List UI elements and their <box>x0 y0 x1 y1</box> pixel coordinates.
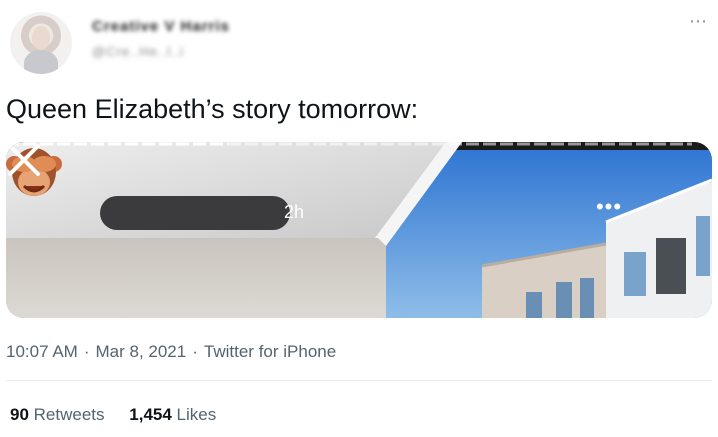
meta-separator: · <box>83 342 90 361</box>
story-more-button[interactable]: ••• <box>592 196 626 222</box>
avatar-shoulders <box>24 50 58 74</box>
tweet-media[interactable]: 2h ••• <box>6 142 712 318</box>
divider <box>6 380 712 381</box>
tweet-card: Creative V Harris @Cre..He..l..i ⋯ Queen… <box>0 0 718 437</box>
story-progress-bar <box>6 142 692 146</box>
likes-stat[interactable]: 1,454 Likes <box>129 405 216 424</box>
more-options-button[interactable]: ⋯ <box>686 12 710 34</box>
story-scene <box>6 142 712 318</box>
story-username-redacted[interactable] <box>100 196 290 230</box>
likes-count: 1,454 <box>129 405 172 424</box>
tweet-meta: 10:07 AM · Mar 8, 2021 · Twitter for iPhone <box>6 342 336 362</box>
tweet-source[interactable]: Twitter for iPhone <box>204 342 336 361</box>
meta-separator: · <box>192 342 198 361</box>
tweet-text: Queen Elizabeth’s story tomorrow: <box>6 94 419 124</box>
retweets-count: 90 <box>10 405 29 424</box>
author-avatar[interactable] <box>10 12 72 74</box>
likes-label: Likes <box>176 405 217 424</box>
story-timestamp: 2h <box>284 202 305 222</box>
avatar-face <box>32 26 50 50</box>
more-horizontal-icon: ⋯ <box>689 11 707 31</box>
tweet-time[interactable]: 10:07 AM <box>6 342 78 361</box>
tweet-date[interactable]: Mar 8, 2021 <box>96 342 187 361</box>
close-icon[interactable] <box>6 142 42 178</box>
author-display-name[interactable]: Creative V Harris <box>92 18 282 40</box>
tweet-stats: 90 Retweets 1,454 Likes <box>10 405 236 425</box>
retweets-stat[interactable]: 90 Retweets <box>10 405 105 424</box>
author-handle[interactable]: @Cre..He..l..i <box>92 44 252 62</box>
retweets-label: Retweets <box>33 405 105 424</box>
